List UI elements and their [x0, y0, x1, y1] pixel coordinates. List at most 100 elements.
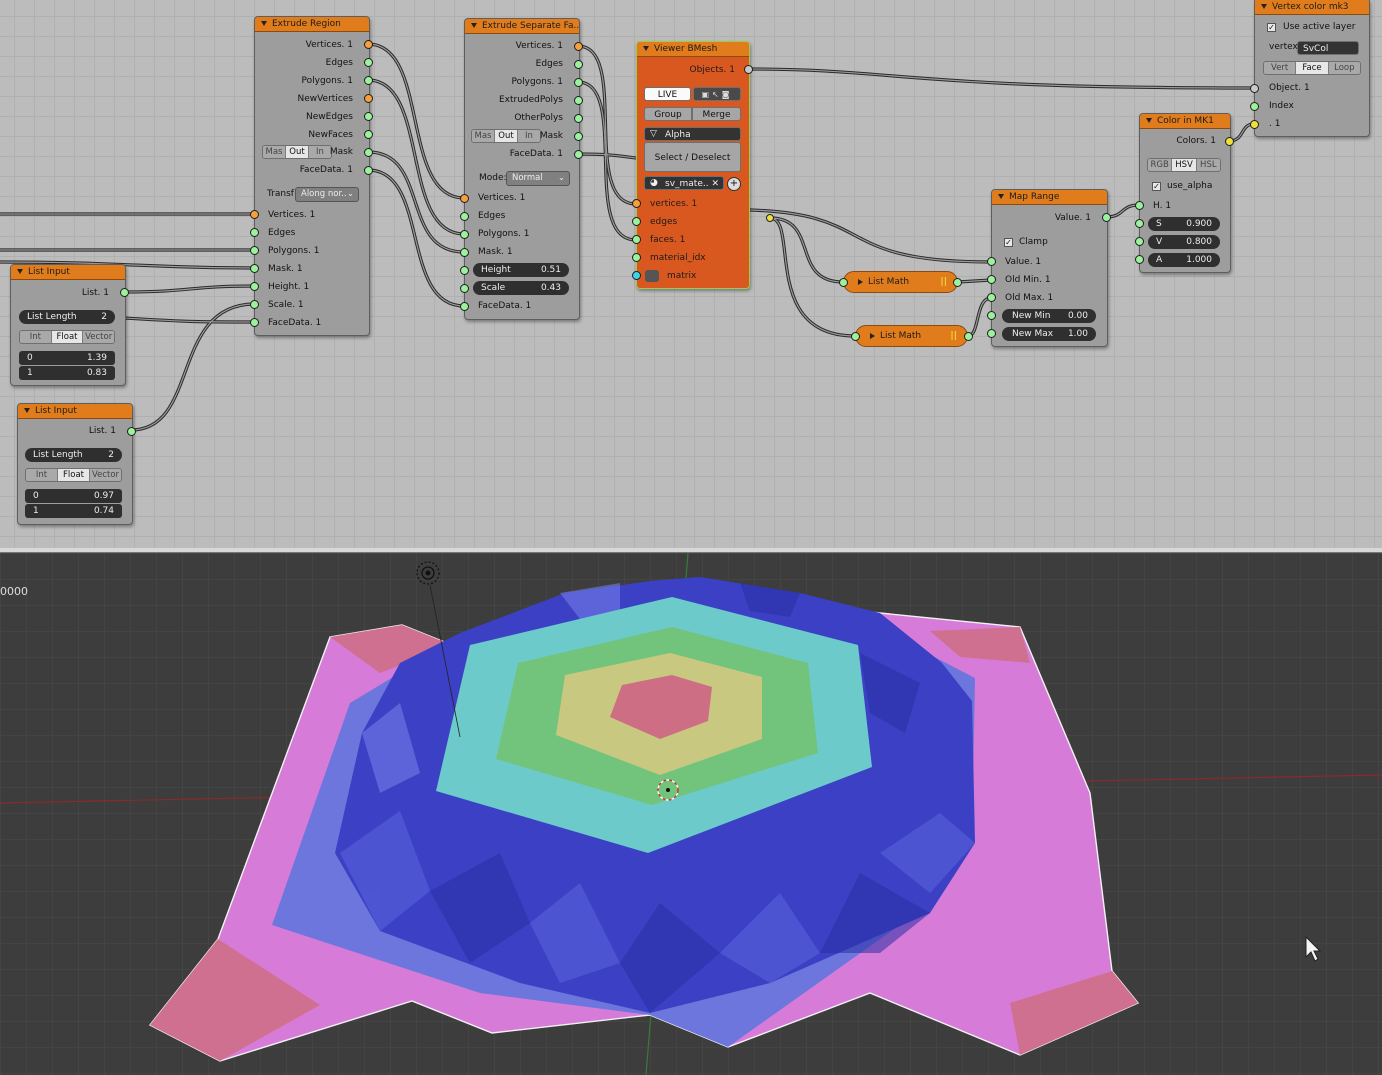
socket-input-vertices[interactable] [460, 194, 469, 203]
node-header[interactable]: List Input [18, 404, 132, 419]
socket-input-vertices[interactable] [632, 199, 641, 208]
socket-output-value[interactable] [1102, 213, 1111, 222]
mode-int[interactable]: Int [26, 469, 58, 481]
mask-mode-in[interactable]: In [518, 130, 540, 142]
socket-input-mask[interactable] [250, 264, 259, 273]
v-field[interactable]: V 0.800 [1148, 235, 1220, 249]
socket-input-mask[interactable] [460, 248, 469, 257]
mode-vert[interactable]: Vert [1264, 62, 1297, 74]
socket-output-colors[interactable] [1225, 137, 1234, 146]
live-button[interactable]: LIVE [644, 87, 691, 101]
socket-input-matrix[interactable] [632, 271, 641, 280]
mode-float[interactable]: Float [51, 331, 84, 343]
socket-output-extruded-polys[interactable] [574, 96, 583, 105]
group-button[interactable]: Group [644, 107, 692, 121]
socket-input-height[interactable] [460, 266, 469, 275]
collapse-icon[interactable] [471, 23, 477, 28]
socket-output-mask[interactable] [574, 132, 583, 141]
a-field[interactable]: A 1.000 [1148, 253, 1220, 267]
mask-mode-mas[interactable]: Mas [263, 146, 286, 158]
use-active-layer-checkbox[interactable]: ✓ [1267, 23, 1276, 32]
socket-output-facedata[interactable] [574, 150, 583, 159]
list-math-node-1[interactable]: List Math || [843, 271, 958, 293]
socket-input-facedata[interactable] [250, 318, 259, 327]
transform-select[interactable]: Along nor.. ⌄ [295, 187, 359, 202]
list-item-field[interactable]: 0 0.97 [25, 489, 122, 503]
scale-field[interactable]: Scale 0.43 [473, 281, 569, 295]
node-header[interactable]: Vertex color mk3 [1255, 0, 1369, 15]
node-header[interactable]: Extrude Region [255, 17, 369, 32]
mode-vector[interactable]: Vector [90, 469, 121, 481]
socket-input-facedata[interactable] [460, 302, 469, 311]
s-field[interactable]: S 0.900 [1148, 217, 1220, 231]
expand-icon[interactable] [858, 278, 863, 285]
socket-output-new-vertices[interactable] [364, 94, 373, 103]
collapse-icon[interactable] [1261, 4, 1267, 9]
socket-input-s[interactable] [1135, 219, 1144, 228]
mask-mode-toggle[interactable]: Mas Out In [471, 129, 541, 143]
mask-mode-toggle[interactable]: Mas Out In [262, 145, 332, 159]
map-range-node[interactable]: Map Range Value. 1 ✓ Clamp Value. 1 Old … [991, 189, 1108, 347]
viewer-bmesh-node[interactable]: Viewer BMesh Objects. 1 LIVE ▣↖◙ Group M… [636, 41, 750, 289]
collapse-icon[interactable] [1146, 118, 1152, 123]
socket-input-list-math-1[interactable] [839, 278, 848, 287]
camera-icon[interactable]: ◙ [722, 90, 733, 99]
use-alpha-checkbox[interactable]: ✓ [1152, 182, 1161, 191]
socket-output-objects[interactable] [744, 65, 753, 74]
socket-input-vertices[interactable] [250, 210, 259, 219]
extrude-separate-node[interactable]: Extrude Separate Fa.. Vertices. 1 Edges … [464, 18, 580, 320]
socket-output-edges[interactable] [364, 58, 373, 67]
collapse-icon[interactable] [24, 408, 30, 413]
new-min-field[interactable]: New Min 0.00 [1002, 309, 1096, 323]
new-max-field[interactable]: New Max 1.00 [1002, 327, 1096, 341]
mask-mode-out[interactable]: Out [286, 146, 309, 158]
alpha-toggle[interactable]: ▽ Alpha [644, 127, 741, 141]
list-item-field[interactable]: 1 0.83 [19, 366, 115, 380]
socket-input-index[interactable] [1250, 102, 1259, 111]
clamp-checkbox[interactable]: ✓ [1004, 238, 1013, 247]
domain-mode-toggle[interactable]: Vert Face Loop [1263, 61, 1361, 75]
socket-output-facedata[interactable] [364, 166, 373, 175]
mode-face[interactable]: Face [1296, 62, 1329, 74]
socket-input-edges[interactable] [632, 217, 641, 226]
socket-input-old-max[interactable] [987, 293, 996, 302]
mode-rgb[interactable]: RGB [1148, 159, 1173, 171]
mask-mode-in[interactable]: In [309, 146, 331, 158]
node-header[interactable]: List Input [11, 265, 125, 280]
extrude-region-node[interactable]: Extrude Region Vertices. 1 Edges Polygon… [254, 16, 370, 336]
node-header[interactable]: Viewer BMesh [637, 42, 749, 57]
list-length-field[interactable]: List Length 2 [25, 448, 122, 462]
mode-hsv[interactable]: HSV [1172, 159, 1197, 171]
expand-icon[interactable] [870, 332, 875, 339]
list-input-node-1[interactable]: List Input List. 1 List Length 2 Int Floa… [10, 264, 126, 386]
socket-input-new-max[interactable] [987, 329, 996, 338]
socket-output-other-polys[interactable] [574, 114, 583, 123]
socket-output-new-edges[interactable] [364, 112, 373, 121]
socket-output-list[interactable] [120, 288, 129, 297]
socket-input-scale[interactable] [460, 284, 469, 293]
vertex-layer-field[interactable]: SvCol [1297, 41, 1359, 55]
socket-output-vertices[interactable] [364, 40, 373, 49]
merge-button[interactable]: Merge [692, 107, 741, 121]
socket-output-polygons[interactable] [364, 76, 373, 85]
socket-output-new-faces[interactable] [364, 130, 373, 139]
color-mode-toggle[interactable]: RGB HSV HSL [1147, 158, 1221, 172]
node-header[interactable]: Map Range [992, 190, 1107, 205]
list-item-field[interactable]: 1 0.74 [25, 504, 122, 518]
socket-input-height[interactable] [250, 282, 259, 291]
color-in-node[interactable]: Color in MK1 Colors. 1 RGB HSV HSL ✓ use… [1139, 113, 1231, 273]
socket-output-vertices[interactable] [574, 42, 583, 51]
collapse-icon[interactable] [261, 21, 267, 26]
node-header[interactable]: Color in MK1 [1140, 114, 1230, 129]
monitor-icon[interactable]: ▣ [701, 90, 712, 99]
socket-input-value[interactable] [987, 257, 996, 266]
list-length-field[interactable]: List Length 2 [19, 310, 115, 324]
socket-input-edges[interactable] [460, 212, 469, 221]
type-mode-toggle[interactable]: Int Float Vector [19, 330, 115, 344]
collapse-icon[interactable] [643, 46, 649, 51]
list-input-node-2[interactable]: List Input List. 1 List Length 2 Int Floa… [17, 403, 133, 525]
socket-input-edges[interactable] [250, 228, 259, 237]
close-icon[interactable]: ✕ [711, 177, 719, 191]
add-material-icon[interactable]: + [727, 177, 741, 191]
visibility-toggles[interactable]: ▣↖◙ [693, 87, 741, 101]
